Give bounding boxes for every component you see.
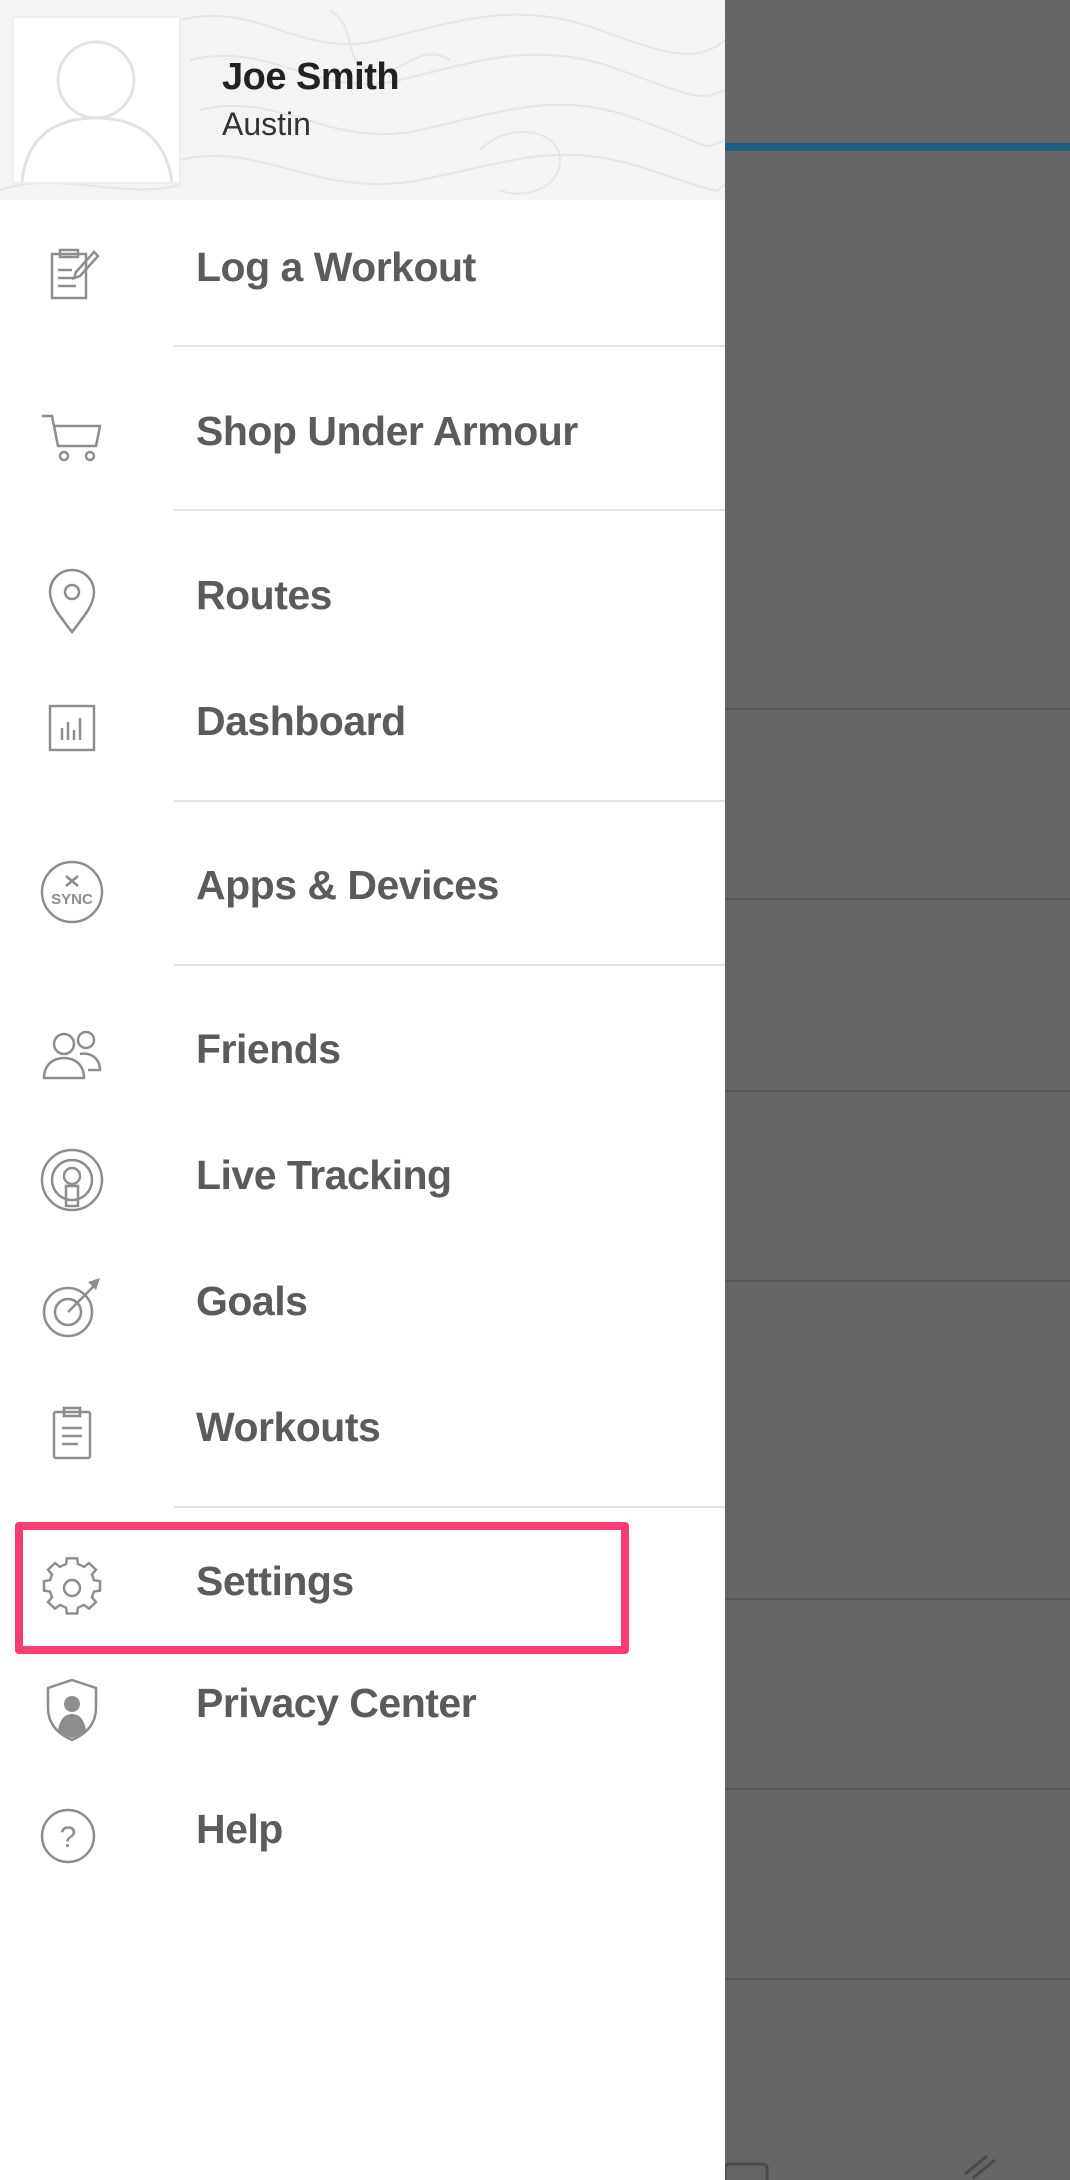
menu-item-workouts[interactable]: Workouts <box>0 1380 725 1506</box>
menu-item-live-tracking[interactable]: Live Tracking <box>0 1128 725 1254</box>
background-divider <box>725 1788 1070 1790</box>
help-icon: ? <box>40 1808 96 1864</box>
menu-item-label: Privacy Center <box>196 1680 477 1726</box>
menu-item-label: Goals <box>196 1278 308 1324</box>
shield-user-icon <box>46 1678 98 1742</box>
profile-header[interactable]: Joe Smith Austin <box>0 0 725 200</box>
background-divider <box>725 898 1070 900</box>
live-tracking-icon <box>40 1148 104 1212</box>
log-workout-icon <box>50 248 100 300</box>
menu-item-label: Log a Workout <box>196 244 476 290</box>
location-pin-icon <box>48 568 96 635</box>
menu-divider <box>174 1506 725 1508</box>
clipboard-icon <box>52 1406 92 1460</box>
sync-icon: SYNC <box>40 860 104 924</box>
background-app-accent-bar <box>725 143 1070 151</box>
menu-item-label: Help <box>196 1806 283 1852</box>
menu-divider <box>174 345 725 347</box>
friends-icon <box>42 1030 102 1080</box>
bar-chart-icon <box>48 704 96 752</box>
menu-item-routes[interactable]: Routes <box>0 548 725 674</box>
menu-divider <box>174 509 725 511</box>
default-avatar-icon <box>20 40 174 182</box>
menu-item-apps-devices[interactable]: SYNC Apps & Devices <box>0 838 725 964</box>
menu-item-goals[interactable]: Goals <box>0 1254 725 1380</box>
background-divider <box>725 1280 1070 1282</box>
background-tab-icons <box>725 2154 996 2180</box>
user-location: Austin <box>222 106 311 142</box>
menu-item-privacy-center[interactable]: Privacy Center <box>0 1656 725 1782</box>
background-divider <box>725 708 1070 710</box>
menu-item-shop-under-armour[interactable]: Shop Under Armour <box>0 384 725 510</box>
avatar[interactable] <box>12 16 181 184</box>
menu-item-label: Shop Under Armour <box>196 408 578 454</box>
menu-item-help[interactable]: ? Help <box>0 1782 725 1908</box>
menu-item-label: Friends <box>196 1026 341 1072</box>
menu-item-label: Routes <box>196 572 332 618</box>
menu-item-label: Dashboard <box>196 698 406 744</box>
menu-item-log-a-workout[interactable]: Log a Workout <box>0 220 725 346</box>
target-icon <box>42 1278 100 1338</box>
menu-item-dashboard[interactable]: Dashboard <box>0 674 725 800</box>
svg-text:SYNC: SYNC <box>51 891 93 908</box>
background-divider <box>725 1598 1070 1600</box>
menu-item-label: Live Tracking <box>196 1152 452 1198</box>
menu-item-friends[interactable]: Friends <box>0 1002 725 1128</box>
background-divider <box>725 1978 1070 1980</box>
menu-item-label: Apps & Devices <box>196 862 499 908</box>
background-app-overlay[interactable] <box>725 0 1070 2180</box>
menu-divider <box>174 800 725 802</box>
user-name: Joe Smith <box>222 56 400 98</box>
menu-divider <box>174 964 725 966</box>
svg-text:?: ? <box>60 1821 77 1854</box>
navigation-drawer: Joe Smith Austin Log a Workout Shop Unde… <box>0 0 725 2180</box>
settings-highlight-box <box>15 1522 629 1654</box>
background-divider <box>725 1090 1070 1092</box>
shopping-cart-icon <box>42 414 102 462</box>
menu-item-label: Workouts <box>196 1404 381 1450</box>
